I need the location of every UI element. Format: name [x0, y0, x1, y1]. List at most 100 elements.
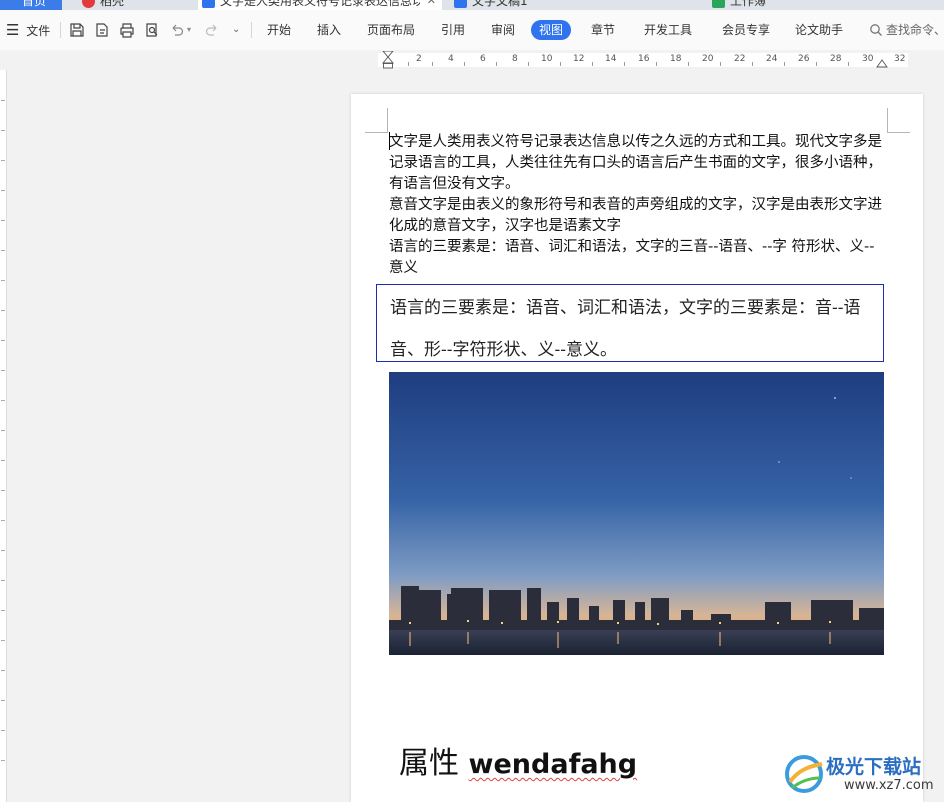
tab-strip: 首页 稻壳 文字是人类用表义符号记录表达信息以传之久远的方式和工具 ✕ 文字文稿…: [0, 0, 944, 10]
heading-text-cjk: 属性: [399, 746, 459, 781]
ruler-number: 2: [416, 54, 422, 64]
print-preview-icon[interactable]: [144, 22, 160, 38]
ruler-number: 8: [512, 54, 518, 64]
horizontal-ruler[interactable]: 2 4 6 8 10 12 14 16 18 20 22 24 26 28 30…: [0, 50, 944, 70]
menu-references[interactable]: 引用: [439, 20, 467, 40]
ruler-tick: [1, 610, 5, 611]
paragraph[interactable]: 语言的三要素是：语音、词汇和语法，文字的三音--语音、--字 符形状、义--意义: [389, 237, 887, 279]
ruler-tick: [1, 160, 5, 161]
save-icon[interactable]: [69, 22, 85, 38]
indent-marker-icon[interactable]: [382, 51, 394, 69]
ruler-tick: [1, 400, 5, 401]
ruler-number: 32: [894, 54, 906, 64]
hamburger-icon: ☰: [6, 21, 20, 39]
spreadsheet-icon: [712, 0, 725, 8]
toolbar-separator: [60, 22, 61, 38]
document-body-text[interactable]: 文字是人类用表义符号记录表达信息以传之久远的方式和工具。现代文字多是记录语言的工…: [389, 132, 887, 279]
ruler-number: 16: [638, 54, 650, 64]
document-page[interactable]: 文字是人类用表义符号记录表达信息以传之久远的方式和工具。现代文字多是记录语言的工…: [351, 94, 923, 802]
ruler-tick: [1, 280, 5, 281]
ruler-tick: [1, 460, 5, 461]
ruler-number: 20: [702, 54, 714, 64]
daoke-icon: [82, 0, 95, 8]
ruler-tick: [496, 62, 497, 66]
ruler-number: 6: [480, 54, 486, 64]
ruler-tick: [784, 62, 785, 66]
search-icon: [870, 24, 882, 36]
menu-start[interactable]: 开始: [265, 20, 293, 40]
ruler-number: 4: [448, 54, 454, 64]
menu-section[interactable]: 章节: [589, 20, 617, 40]
paragraph[interactable]: 意音文字是由表义的象形符号和表音的声旁组成的文字，汉字是由表形文字进化成的意音文…: [389, 195, 887, 237]
menu-member[interactable]: 会员专享: [720, 20, 772, 40]
right-indent-marker-icon[interactable]: [876, 54, 888, 68]
ruler-number: 18: [670, 54, 682, 64]
ruler-number: 22: [734, 54, 746, 64]
ruler-tick: [464, 62, 465, 66]
close-icon[interactable]: ✕: [427, 0, 436, 10]
ruler-tick: [752, 62, 753, 66]
ruler-number: 14: [605, 54, 617, 64]
ruler-number: 26: [798, 54, 810, 64]
ruler-tick: [1, 670, 5, 671]
ruler-number: 28: [830, 54, 842, 64]
skyline-photo[interactable]: [389, 372, 884, 655]
section-heading[interactable]: 属性 wendafahg: [399, 738, 637, 782]
ruler-tick: [1, 760, 5, 761]
file-menu-button[interactable]: ☰ 文件: [6, 10, 50, 50]
ruler-tick: [1, 580, 5, 581]
vertical-ruler[interactable]: [0, 70, 7, 802]
toolbar-separator: [251, 22, 252, 38]
ruler-bar: 2 4 6 8 10 12 14 16 18 20 22 24 26 28 30…: [378, 51, 908, 69]
skyline-image: [389, 372, 884, 655]
ruler-number: 24: [766, 54, 778, 64]
ruler-tick: [1, 640, 5, 641]
aurora-logo-icon: [785, 755, 823, 793]
menu-page-layout[interactable]: 页面布局: [365, 20, 417, 40]
tab-spreadsheet[interactable]: 工作簿: [708, 0, 944, 10]
ruler-tick: [1, 100, 5, 101]
undo-dropdown-icon[interactable]: ▾: [187, 10, 191, 50]
ruler-number: 10: [541, 54, 553, 64]
ruler-tick: [408, 62, 409, 66]
tab-daoke-label: 稻壳: [100, 0, 125, 8]
tab-home-label: 首页: [22, 0, 47, 8]
ruler-tick: [720, 62, 721, 66]
ruler-tick: [816, 62, 817, 66]
site-watermark: 极光下载站 www.xz7.com: [782, 748, 942, 802]
tab-home[interactable]: 首页: [0, 0, 62, 10]
margin-corner-mark: [887, 108, 910, 133]
ruler-tick: [1, 220, 5, 221]
print-icon[interactable]: [119, 22, 135, 38]
tab-spreadsheet-label: 工作簿: [730, 0, 767, 8]
ruler-number: 12: [573, 54, 585, 64]
watermark-url: www.xz7.com: [844, 778, 934, 793]
tab-document-2[interactable]: 文字文稿1: [450, 0, 650, 10]
tab-current-document[interactable]: 文字是人类用表义符号记录表达信息以传之久远的方式和工具 ✕: [198, 0, 442, 10]
export-pdf-icon[interactable]: [94, 22, 110, 38]
menu-review[interactable]: 审阅: [489, 20, 517, 40]
ruler-tick: [432, 62, 433, 66]
ruler-tick: [560, 62, 561, 66]
menu-thesis-assistant[interactable]: 论文助手: [793, 20, 845, 40]
ruler-tick: [848, 62, 849, 66]
text-box[interactable]: 语言的三要素是：语音、词汇和语法，文字的三要素是：音--语音、形--字符形状、义…: [376, 284, 884, 362]
writer-doc-icon: [454, 0, 467, 8]
tab-daoke[interactable]: 稻壳: [78, 0, 188, 10]
menu-insert[interactable]: 插入: [315, 20, 343, 40]
redo-icon[interactable]: [204, 22, 220, 38]
ruler-tick: [1, 130, 5, 131]
ruler-tick: [1, 730, 5, 731]
paragraph[interactable]: 文字是人类用表义符号记录表达信息以传之久远的方式和工具。现代文字多是记录语言的工…: [389, 132, 887, 195]
ruler-tick: [1, 700, 5, 701]
menu-view[interactable]: 视图: [531, 20, 572, 40]
watermark-brand: 极光下载站: [826, 756, 922, 778]
customize-dropdown-icon[interactable]: ⌄: [232, 10, 240, 50]
tab-current-document-label: 文字是人类用表义符号记录表达信息以传之久远的方式和工具: [220, 0, 420, 8]
undo-icon[interactable]: [169, 22, 185, 38]
heading-text-latin: wendafahg: [468, 749, 638, 780]
menu-developer-tools[interactable]: 开发工具: [642, 20, 694, 40]
ruler-tick: [1, 520, 5, 521]
command-search[interactable]: 查找命令、: [869, 10, 944, 50]
margin-corner-mark: [365, 108, 388, 133]
